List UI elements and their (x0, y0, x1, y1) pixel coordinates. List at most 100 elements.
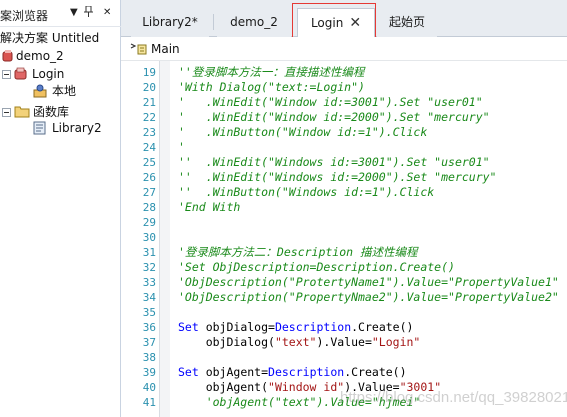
code-line: ''登录脚本方法一：直接描述性编程 (178, 65, 364, 80)
editor-margin (160, 61, 170, 417)
code-token: 'With Dialog("text:=Login") (178, 80, 365, 94)
collapse-icon[interactable] (2, 108, 11, 117)
code-token: '' .WinButton("Windows id:=1").Click (178, 185, 435, 199)
pin-icon[interactable] (84, 5, 93, 22)
document-tab-strip: Library2* demo_2 Login ✕ 起始页 (121, 0, 567, 37)
code-token: "text" (274, 335, 317, 349)
dropdown-icon[interactable]: ▼ (70, 6, 78, 20)
tab-label: Library2* (142, 15, 198, 29)
action-selector[interactable]: Main (151, 42, 180, 56)
solution-explorer-panel: 案浏览器 ▼ ✕ 解决方案 Untitled demo_2 Login 本地 函… (0, 0, 121, 417)
code-line: 'ObjDescription("ProtertyName1").Value="… (178, 275, 559, 290)
line-number: 25 (142, 156, 156, 169)
close-panel-icon[interactable]: ✕ (103, 6, 111, 20)
tab-login[interactable]: Login ✕ (297, 8, 375, 37)
tree-item-demo-2[interactable]: demo_2 (0, 48, 121, 64)
line-number: 38 (142, 351, 156, 364)
local-repository-icon (33, 84, 47, 102)
code-token: Set (178, 320, 199, 334)
code-line: 'With Dialog("text:=Login") (178, 80, 365, 95)
explorer-title: 案浏览器 (0, 9, 49, 23)
code-line: ' .WinEdit("Window id:=2000").Set "mercu… (178, 110, 490, 125)
line-number: 19 (142, 66, 156, 79)
test-icon (2, 49, 14, 67)
explorer-header: 案浏览器 ▼ ✕ (0, 0, 121, 27)
line-number: 37 (142, 336, 156, 349)
code-token: "Window id" (268, 380, 345, 394)
code-token: Description (268, 365, 345, 379)
code-token: ).Value= (316, 335, 372, 349)
tab-label: 起始页 (388, 15, 425, 29)
code-token: 'ObjDescription("PropertyNmae2").Value="… (178, 290, 559, 304)
tree-item-solution[interactable]: 解决方案 Untitled (0, 30, 121, 46)
line-number: 35 (142, 306, 156, 319)
close-tab-icon[interactable]: ✕ (349, 15, 361, 31)
watermark-text: https://blog.csdn.net/qq_39828021 (340, 389, 567, 406)
tree-item-function-library[interactable]: 函数库 (0, 104, 121, 120)
tab-label: Login (310, 16, 344, 30)
tree-item-library2[interactable]: Library2 (0, 120, 121, 136)
code-line: ' .WinButton("Window id:=1").Click (178, 125, 427, 140)
action-icon (129, 42, 149, 59)
code-token: '' .WinEdit("Windows id:=2000").Set "mer… (178, 170, 497, 184)
tree-item-login[interactable]: Login (0, 66, 121, 82)
code-token: ' .WinButton("Window id:=1").Click (178, 125, 428, 139)
code-line: ' (178, 140, 185, 155)
code-token: 'End With (178, 200, 241, 214)
code-token: 'ObjDescription("ProtertyName1").Value="… (178, 275, 559, 289)
code-token: objDialog( (178, 335, 275, 349)
code-token: objAgent= (198, 365, 269, 379)
code-line: '' .WinEdit("Windows id:=2000").Set "mer… (178, 170, 497, 185)
line-number: 41 (142, 396, 156, 409)
tree-item-label: 解决方案 Untitled (0, 31, 100, 45)
tree-item-label: demo_2 (16, 49, 64, 63)
code-line: objDialog("text").Value="Login" (178, 335, 421, 350)
line-number: 26 (142, 171, 156, 184)
line-number: 34 (142, 291, 156, 304)
tab-demo-2[interactable]: demo_2 (217, 8, 291, 37)
code-token: ' (178, 140, 185, 154)
action-bar: Main (121, 37, 567, 61)
tab-start-page[interactable]: 起始页 (377, 8, 437, 37)
line-number: 24 (142, 141, 156, 154)
tab-label: demo_2 (230, 15, 278, 29)
line-number: 32 (142, 261, 156, 274)
line-number: 30 (142, 231, 156, 244)
code-token: ''登录脚本方法一：直接描述性编程 (178, 65, 365, 79)
library-icon (33, 121, 48, 139)
code-line: 'End With (178, 200, 240, 215)
tree-item-label: 本地 (52, 84, 77, 98)
tab-library2[interactable]: Library2* (131, 8, 209, 37)
line-number: 20 (142, 81, 156, 94)
code-token: objDialog= (198, 320, 275, 334)
tree-item-local[interactable]: 本地 (0, 83, 121, 99)
code-token: .Create() (351, 320, 414, 334)
collapse-icon[interactable] (2, 70, 11, 79)
tree-item-label: Library2 (52, 121, 102, 135)
code-token: "Login" (371, 335, 421, 349)
code-line: Set objDialog=Description.Create() (178, 320, 413, 335)
tree-item-label: 函数库 (33, 105, 70, 119)
tree-item-label: Login (32, 67, 65, 81)
code-line: '' .WinEdit("Windows id:=3001").Set "use… (178, 155, 490, 170)
line-number: 40 (142, 381, 156, 394)
code-line: 'ObjDescription("PropertyNmae2").Value="… (178, 290, 559, 305)
code-line: 'Set ObjDescription=Description.Create() (178, 260, 455, 275)
line-number: 27 (142, 186, 156, 199)
line-number: 29 (142, 216, 156, 229)
code-token: ' .WinEdit("Window id:=2000").Set "mercu… (178, 110, 490, 124)
code-token: Description (274, 320, 352, 334)
code-line: ' .WinEdit("Window id:=3001").Set "user0… (178, 95, 483, 110)
line-number: 21 (142, 96, 156, 109)
line-number: 31 (142, 246, 156, 259)
line-number: 39 (142, 366, 156, 379)
code-line: Set objAgent=Description.Create() (178, 365, 407, 380)
line-number: 22 (142, 111, 156, 124)
line-number: 28 (142, 201, 156, 214)
code-token: .Create() (344, 365, 407, 379)
code-token: '' .WinEdit("Windows id:=3001").Set "use… (178, 155, 490, 169)
code-token: 'Set ObjDescription=Description.Create() (178, 260, 455, 274)
line-number: 23 (142, 126, 156, 139)
line-number: 36 (142, 321, 156, 334)
code-token: objAgent( (178, 380, 269, 394)
